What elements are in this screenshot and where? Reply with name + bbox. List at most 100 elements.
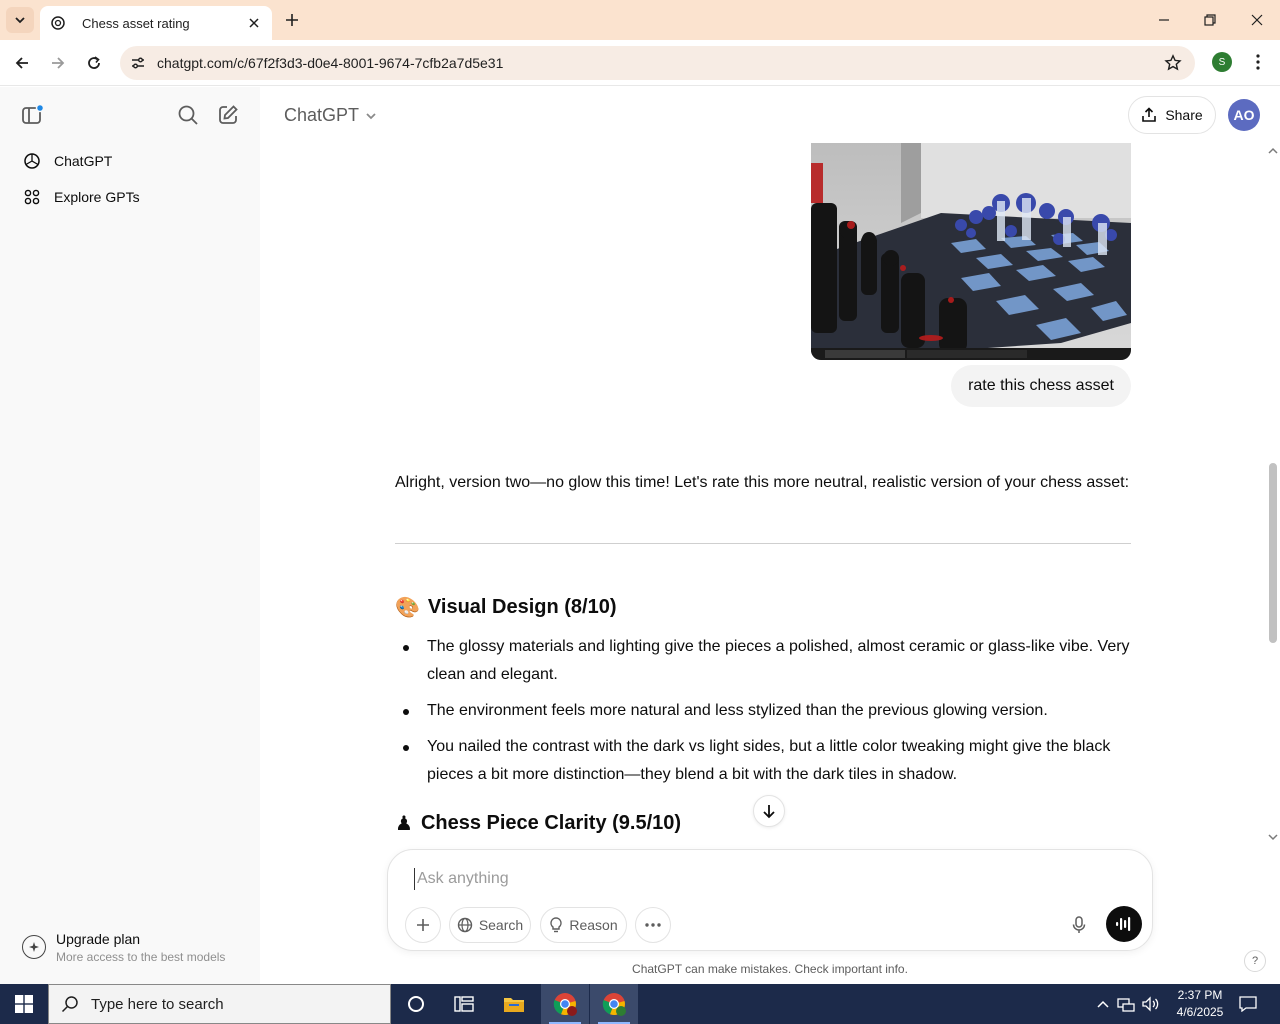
browser-tab-strip: Chess asset rating xyxy=(0,0,1280,40)
sidebar-item-explore-gpts[interactable]: Explore GPTs xyxy=(12,180,248,214)
attach-button[interactable] xyxy=(405,907,441,943)
section-heading-text: Visual Design (8/10) xyxy=(427,596,617,618)
windows-logo-icon xyxy=(15,995,33,1013)
network-icon xyxy=(1117,998,1135,1012)
chevron-down-icon xyxy=(15,17,25,24)
chrome-icon xyxy=(602,993,626,1016)
arrow-down-icon xyxy=(763,805,775,819)
show-hidden-icons-button[interactable] xyxy=(1093,994,1113,1014)
voice-mode-button[interactable] xyxy=(1106,906,1142,942)
arrow-left-icon xyxy=(15,57,28,69)
new-chat-button[interactable] xyxy=(214,101,242,129)
scroll-up-arrow-icon[interactable] xyxy=(1268,147,1278,155)
model-selector[interactable]: ChatGPT xyxy=(284,105,377,126)
speaker-icon xyxy=(1142,996,1159,1012)
user-avatar[interactable]: AO xyxy=(1228,99,1260,131)
share-icon xyxy=(1142,107,1157,122)
site-settings-icon[interactable] xyxy=(128,53,148,73)
uploaded-chess-screenshot[interactable] xyxy=(811,143,1131,360)
search-toggle-label: Search xyxy=(478,917,524,933)
sidebar-item-label: Explore GPTs xyxy=(54,189,140,205)
reload-button[interactable] xyxy=(82,51,106,75)
section-divider xyxy=(395,543,1131,544)
sidebar-item-chatgpt[interactable]: ChatGPT xyxy=(12,144,248,178)
upgrade-plan-button[interactable]: Upgrade plan More access to the best mod… xyxy=(12,925,248,973)
cortana-button[interactable] xyxy=(392,984,440,1024)
search-icon xyxy=(178,105,198,125)
prompt-input[interactable]: Ask anything xyxy=(414,868,1114,890)
toggle-sidebar-button[interactable] xyxy=(18,101,46,129)
scrollbar-thumb[interactable] xyxy=(1269,463,1277,643)
clock-time: 2:37 PM xyxy=(1177,988,1223,1002)
browser-menu-icon[interactable] xyxy=(1248,52,1268,72)
restore-window-button[interactable] xyxy=(1187,0,1233,40)
model-name: ChatGPT xyxy=(284,105,360,125)
arrow-right-icon xyxy=(52,57,65,69)
help-button[interactable]: ? xyxy=(1244,950,1266,972)
search-chats-button[interactable] xyxy=(174,101,202,129)
volume-button[interactable] xyxy=(1141,994,1161,1014)
bookmark-star-icon[interactable] xyxy=(1163,53,1183,73)
chevron-down-icon xyxy=(366,112,376,119)
start-button[interactable] xyxy=(0,984,48,1024)
close-icon xyxy=(1251,14,1263,26)
grid-icon xyxy=(22,187,42,207)
upgrade-title: Upgrade plan xyxy=(56,931,141,947)
file-explorer-button[interactable] xyxy=(490,984,538,1024)
browser-profile-avatar[interactable]: S xyxy=(1212,52,1232,72)
cortana-circle-icon xyxy=(408,996,424,1012)
chrome-icon xyxy=(553,993,577,1016)
new-tab-button[interactable] xyxy=(282,10,302,30)
taskbar-clock[interactable]: 2:37 PM 4/6/2025 xyxy=(1170,987,1230,1021)
reload-icon xyxy=(88,56,100,69)
notifications-button[interactable] xyxy=(1238,994,1258,1014)
scroll-to-bottom-button[interactable] xyxy=(753,795,785,827)
plus-icon xyxy=(417,919,429,931)
openai-favicon-icon xyxy=(50,15,66,31)
close-window-button[interactable] xyxy=(1234,0,1280,40)
close-tab-icon[interactable] xyxy=(246,15,262,31)
section-heading-visual-design: 🎨 Visual Design (8/10) xyxy=(395,595,617,620)
assistant-intro-text: Alright, version two—no glow this time! … xyxy=(395,474,1130,491)
network-button[interactable] xyxy=(1116,994,1136,1014)
folder-icon xyxy=(504,998,524,1012)
chevron-up-icon xyxy=(1097,1000,1109,1008)
section-heading-text: Chess Piece Clarity (9.5/10) xyxy=(420,812,682,834)
reason-toggle-label: Reason xyxy=(569,917,618,933)
reason-toggle-button[interactable]: Reason xyxy=(540,907,627,943)
list-item: The glossy materials and lighting give t… xyxy=(395,633,1131,689)
upgrade-subtitle: More access to the best models xyxy=(56,950,226,964)
tab-search-dropdown-button[interactable] xyxy=(6,7,34,33)
address-bar[interactable]: chatgpt.com/c/67f2f3d3-d0e4-8001-9674-7c… xyxy=(120,46,1195,80)
browser-tab-active[interactable]: Chess asset rating xyxy=(40,6,272,40)
search-toggle-button[interactable]: Search xyxy=(449,907,531,943)
conversation-area: rate this chess asset Alright, version t… xyxy=(260,143,1266,848)
chrome-taskbar-button-1[interactable] xyxy=(541,984,589,1024)
user-message-bubble: rate this chess asset xyxy=(951,365,1131,407)
chat-scrollbar[interactable] xyxy=(1266,143,1280,848)
clock-date: 4/6/2025 xyxy=(1176,1005,1224,1019)
edit-icon xyxy=(219,105,238,124)
list-item: You nailed the contrast with the dark vs… xyxy=(395,733,1131,789)
ellipsis-icon xyxy=(645,923,661,927)
more-tools-button[interactable] xyxy=(635,907,671,943)
sidebar: ChatGPT Explore GPTs Upgrade plan More a… xyxy=(0,87,260,984)
task-view-button[interactable] xyxy=(440,984,488,1024)
sidebar-item-label: ChatGPT xyxy=(54,153,113,169)
minimize-window-button[interactable] xyxy=(1141,0,1187,40)
microphone-icon xyxy=(1072,916,1086,933)
lightbulb-icon xyxy=(550,917,563,933)
plus-icon xyxy=(286,14,298,26)
share-button[interactable]: Share xyxy=(1128,96,1216,134)
restore-icon xyxy=(1204,14,1216,26)
dictate-button[interactable] xyxy=(1066,912,1092,938)
list-item: The environment feels more natural and l… xyxy=(395,697,1131,725)
voice-waveform-icon xyxy=(1116,917,1131,931)
back-button[interactable] xyxy=(10,51,34,75)
visual-design-bullet-list: The glossy materials and lighting give t… xyxy=(395,633,1131,797)
taskbar-search-box[interactable]: Type here to search xyxy=(48,984,391,1024)
chrome-taskbar-button-2[interactable] xyxy=(590,984,638,1024)
forward-button[interactable] xyxy=(46,51,70,75)
scroll-down-arrow-icon[interactable] xyxy=(1268,833,1278,841)
globe-icon xyxy=(457,917,473,933)
